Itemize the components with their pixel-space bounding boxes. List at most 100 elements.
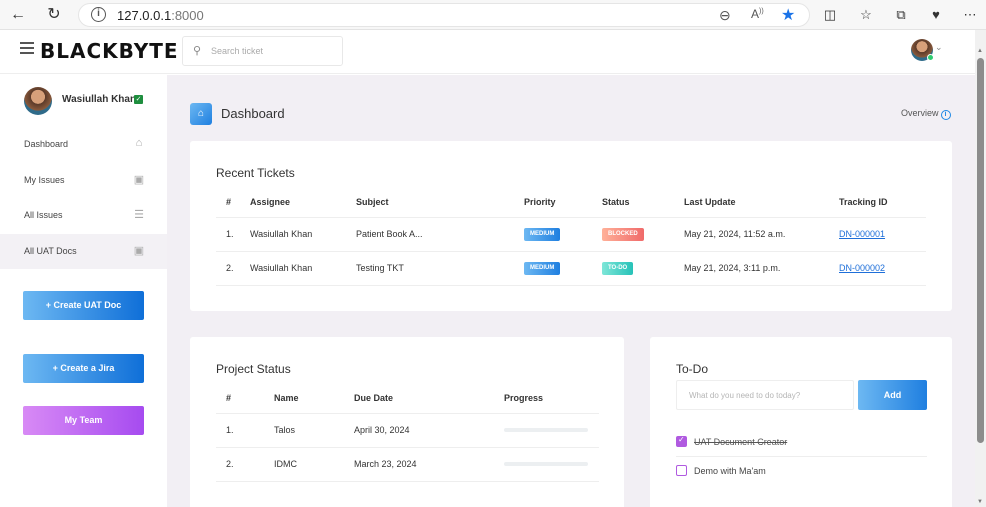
priority-badge: MEDIUM	[524, 228, 561, 241]
column-header: Tracking ID	[839, 187, 926, 218]
priority-badge: MEDIUM	[524, 262, 561, 275]
tracking-id-link[interactable]: DN-000002	[839, 263, 885, 273]
hamburger-menu-icon[interactable]	[20, 42, 34, 54]
sidebar-item-all-uat-docs[interactable]: All UAT Docs ▣	[0, 234, 167, 269]
sidebar-item-dashboard[interactable]: Dashboard ⌂	[0, 127, 167, 162]
card-title: Project Status	[216, 362, 291, 376]
project-status-card: Project Status # Name Due Date Progress …	[190, 337, 624, 507]
todo-card: To-Do Add UAT Document Creator Demo with…	[650, 337, 952, 507]
table-row[interactable]: 1. Talos April 30, 2024	[216, 413, 599, 448]
chevron-down-icon[interactable]: ⌄	[935, 42, 943, 53]
sidebar-item-label: Dashboard	[24, 139, 69, 149]
row-number: 2.	[216, 251, 250, 286]
column-header: Last Update	[684, 187, 839, 218]
user-profile: Wasiullah Khan ✓	[24, 87, 164, 117]
zoom-icon[interactable]: ⊖	[719, 7, 731, 24]
address-bar[interactable]: i 127.0.0.1:8000 ⊖ A)) ★	[78, 3, 810, 27]
scroll-down-arrow-icon[interactable]: ▼	[977, 499, 983, 505]
header-avatar[interactable]	[911, 39, 934, 61]
sidebar-item-all-issues[interactable]: All Issues ☰	[0, 198, 167, 233]
project-status-table: # Name Due Date Progress 1. Talos April …	[216, 383, 599, 482]
tracking-id-link[interactable]: DN-000001	[839, 229, 885, 239]
progress-cell	[504, 413, 599, 448]
app-header: BLACKBYTE ⚲ ⌄	[0, 30, 975, 74]
read-aloud-icon[interactable]: A))	[751, 7, 764, 21]
assignee-cell: Wasiullah Khan	[250, 217, 356, 252]
contact-card-icon: ▣	[133, 174, 145, 186]
page-scrollbar[interactable]: ▲ ▼	[975, 30, 986, 507]
table-header-row: # Name Due Date Progress	[216, 383, 599, 414]
home-icon: ⌂	[190, 103, 212, 125]
last-update-cell: May 21, 2024, 11:52 a.m.	[684, 217, 839, 252]
star-icon[interactable]: ★	[781, 5, 795, 25]
browser-essentials-icon[interactable]: ♥	[926, 5, 946, 25]
search-icon: ⚲	[193, 45, 202, 57]
avatar	[24, 87, 52, 115]
search-box[interactable]: ⚲	[182, 36, 343, 66]
page-title: Dashboard	[221, 106, 285, 121]
tracking-id-cell: DN-000001	[839, 217, 926, 252]
url-text[interactable]: 127.0.0.1:8000	[117, 8, 204, 23]
project-name-cell: Talos	[274, 413, 354, 448]
column-header: Assignee	[250, 187, 356, 218]
last-update-cell: May 21, 2024, 3:11 p.m.	[684, 251, 839, 286]
verified-check-icon: ✓	[134, 95, 143, 104]
recent-tickets-card: Recent Tickets # Assignee Subject Priori…	[190, 141, 952, 311]
todo-item[interactable]: UAT Document Creator	[676, 428, 927, 457]
subject-cell: Testing TKT	[356, 251, 524, 286]
overview-link[interactable]: Overview i	[901, 108, 951, 120]
todo-input[interactable]	[676, 380, 854, 410]
back-arrow-icon[interactable]: ←	[8, 5, 28, 25]
more-menu-icon[interactable]: ⋯	[960, 5, 980, 25]
todo-checkbox[interactable]	[676, 465, 687, 476]
collections-icon[interactable]: ⧉	[891, 5, 911, 25]
card-title: To-Do	[676, 362, 709, 376]
table-header-row: # Assignee Subject Priority Status Last …	[216, 187, 926, 218]
column-header: #	[216, 187, 250, 218]
column-header: #	[216, 383, 274, 414]
sidebar-item-label: All Issues	[24, 210, 63, 220]
favorites-list-icon[interactable]: ☆	[856, 5, 876, 25]
table-row[interactable]: 1. Wasiullah Khan Patient Book A... MEDI…	[216, 217, 926, 252]
todo-item[interactable]: Demo with Ma'am	[676, 457, 927, 486]
browser-toolbar: ← ↻ i 127.0.0.1:8000 ⊖ A)) ★ ◫ ☆ ⧉ ♥ ⋯	[0, 0, 986, 30]
due-date-cell: April 30, 2024	[354, 413, 504, 448]
due-date-cell: March 23, 2024	[354, 447, 504, 482]
project-name-cell: IDMC	[274, 447, 354, 482]
scrollbar-thumb[interactable]	[977, 58, 984, 443]
column-header: Priority	[524, 187, 602, 218]
tracking-id-cell: DN-000002	[839, 251, 926, 286]
todo-checkbox[interactable]	[676, 435, 687, 447]
sidebar: Wasiullah Khan ✓ Dashboard ⌂ My Issues ▣…	[0, 75, 167, 507]
contact-card-icon: ▣	[133, 245, 145, 257]
add-todo-button[interactable]: Add	[858, 380, 927, 410]
column-header: Due Date	[354, 383, 504, 414]
progress-bar	[504, 462, 588, 466]
info-icon[interactable]: i	[91, 7, 106, 22]
subject-cell: Patient Book A...	[356, 217, 524, 252]
home-icon: ⌂	[135, 137, 143, 149]
list-icon: ☰	[134, 209, 144, 221]
table-row[interactable]: 2. IDMC March 23, 2024	[216, 447, 599, 482]
info-icon: i	[940, 110, 951, 120]
brand-logo[interactable]: BLACKBYTE	[40, 39, 179, 63]
scroll-up-arrow-icon[interactable]: ▲	[977, 48, 983, 54]
sidebar-item-my-issues[interactable]: My Issues ▣	[0, 163, 167, 198]
split-screen-icon[interactable]: ◫	[820, 5, 840, 25]
row-number: 1.	[216, 217, 250, 252]
my-team-button[interactable]: My Team	[23, 406, 144, 435]
table-row[interactable]: 2. Wasiullah Khan Testing TKT MEDIUM TO-…	[216, 251, 926, 286]
recent-tickets-table: # Assignee Subject Priority Status Last …	[216, 187, 926, 286]
create-jira-button[interactable]: + Create a Jira	[23, 354, 144, 383]
column-header: Subject	[356, 187, 524, 218]
row-number: 2.	[216, 447, 274, 482]
refresh-icon[interactable]: ↻	[44, 5, 64, 25]
progress-cell	[504, 447, 599, 482]
search-input[interactable]	[211, 43, 336, 59]
assignee-cell: Wasiullah Khan	[250, 251, 356, 286]
priority-cell: MEDIUM	[524, 217, 602, 252]
sidebar-item-label: My Issues	[24, 175, 65, 185]
online-status-dot	[927, 54, 934, 61]
create-uat-doc-button[interactable]: + Create UAT Doc	[23, 291, 144, 320]
status-badge: BLOCKED	[602, 228, 644, 241]
